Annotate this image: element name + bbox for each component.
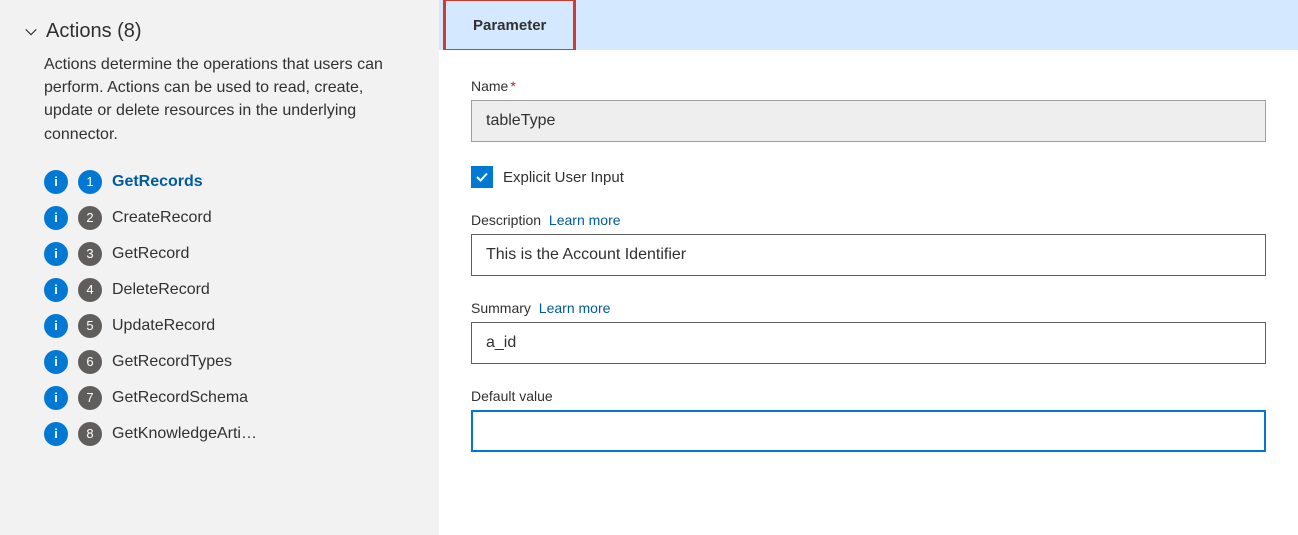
tab-parameter[interactable]: Parameter [445, 0, 574, 50]
info-icon: i [44, 206, 68, 230]
action-label: CreateRecord [112, 209, 212, 227]
sidebar-item-getrecords[interactable]: i 1 GetRecords [44, 164, 409, 200]
info-icon: i [44, 422, 68, 446]
explicit-user-input-checkbox[interactable]: Explicit User Input [471, 166, 1266, 188]
tab-bar: Parameter [439, 0, 1298, 50]
sidebar-item-getrecord[interactable]: i 3 GetRecord [44, 236, 409, 272]
description-learn-more-link[interactable]: Learn more [549, 212, 621, 228]
main-panel: Parameter Name* Explicit User Input Desc… [439, 0, 1298, 535]
number-badge: 5 [78, 314, 102, 338]
action-label: UpdateRecord [112, 317, 215, 335]
actions-list: i 1 GetRecords i 2 CreateRecord i 3 GetR… [24, 164, 409, 452]
action-label: GetRecordSchema [112, 389, 248, 407]
sidebar-item-updaterecord[interactable]: i 5 UpdateRecord [44, 308, 409, 344]
number-badge: 8 [78, 422, 102, 446]
summary-learn-more-link[interactable]: Learn more [539, 300, 611, 316]
action-label: GetRecord [112, 245, 189, 263]
chevron-down-icon [24, 25, 38, 39]
info-icon: i [44, 386, 68, 410]
actions-section-header[interactable]: Actions (8) [24, 20, 409, 43]
number-badge: 7 [78, 386, 102, 410]
action-label: GetRecordTypes [112, 353, 232, 371]
description-input[interactable] [471, 234, 1266, 276]
action-label: GetRecords [112, 173, 203, 191]
summary-field-group: Summary Learn more [471, 300, 1266, 364]
action-label: GetKnowledgeArti… [112, 425, 257, 443]
tab-label: Parameter [473, 17, 546, 34]
checkmark-icon [471, 166, 493, 188]
sidebar-item-getknowledgearticles[interactable]: i 8 GetKnowledgeArti… [44, 416, 409, 452]
sidebar-item-getrecordtypes[interactable]: i 6 GetRecordTypes [44, 344, 409, 380]
info-icon: i [44, 278, 68, 302]
sidebar-item-getrecordschema[interactable]: i 7 GetRecordSchema [44, 380, 409, 416]
actions-section-description: Actions determine the operations that us… [24, 53, 409, 146]
summary-label: Summary Learn more [471, 300, 1266, 316]
description-label: Description Learn more [471, 212, 1266, 228]
sidebar-item-deleterecord[interactable]: i 4 DeleteRecord [44, 272, 409, 308]
default-value-input[interactable] [471, 410, 1266, 452]
checkbox-label: Explicit User Input [503, 169, 624, 186]
explicit-user-input-group: Explicit User Input [471, 166, 1266, 188]
actions-section-title: Actions (8) [46, 20, 142, 43]
info-icon: i [44, 314, 68, 338]
number-badge: 3 [78, 242, 102, 266]
number-badge: 6 [78, 350, 102, 374]
required-asterisk: * [510, 78, 515, 94]
name-label: Name* [471, 78, 1266, 94]
description-field-group: Description Learn more [471, 212, 1266, 276]
sidebar: Actions (8) Actions determine the operat… [0, 0, 439, 535]
info-icon: i [44, 350, 68, 374]
default-value-label: Default value [471, 388, 1266, 404]
info-icon: i [44, 242, 68, 266]
number-badge: 4 [78, 278, 102, 302]
number-badge: 2 [78, 206, 102, 230]
summary-input[interactable] [471, 322, 1266, 364]
name-field-group: Name* [471, 78, 1266, 142]
number-badge: 1 [78, 170, 102, 194]
sidebar-item-createrecord[interactable]: i 2 CreateRecord [44, 200, 409, 236]
info-icon: i [44, 170, 68, 194]
parameter-form: Name* Explicit User Input Description Le… [439, 50, 1298, 496]
default-value-field-group: Default value [471, 388, 1266, 452]
action-label: DeleteRecord [112, 281, 210, 299]
name-input[interactable] [471, 100, 1266, 142]
